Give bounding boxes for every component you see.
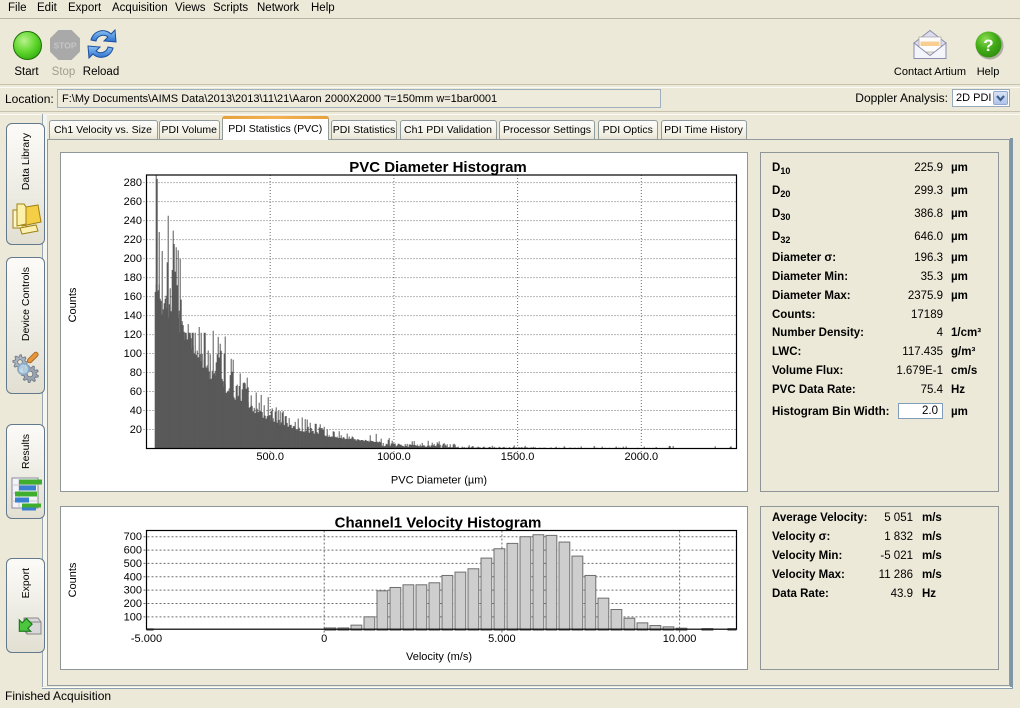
svg-text:120: 120 — [124, 329, 142, 341]
svg-text:1500.0: 1500.0 — [501, 451, 535, 463]
svg-text:0: 0 — [321, 633, 327, 645]
svg-text:PVC Diameter Histogram: PVC Diameter Histogram — [349, 159, 527, 176]
svg-text:140: 140 — [124, 310, 142, 322]
svg-text:80: 80 — [130, 367, 142, 379]
svg-text:160: 160 — [124, 291, 142, 303]
svg-text:200: 200 — [124, 598, 142, 610]
svg-text:1000.0: 1000.0 — [377, 451, 411, 463]
svg-text:400: 400 — [124, 571, 142, 583]
svg-text:40: 40 — [130, 405, 142, 417]
svg-text:60: 60 — [130, 386, 142, 398]
svg-text:Velocity (m/s): Velocity (m/s) — [406, 651, 472, 663]
svg-text:5.000: 5.000 — [488, 633, 516, 645]
svg-text:500.0: 500.0 — [256, 451, 284, 463]
svg-text:100: 100 — [124, 611, 142, 623]
svg-text:500: 500 — [124, 557, 142, 569]
svg-text:PVC Diameter (µm): PVC Diameter (µm) — [391, 475, 487, 487]
svg-text:10.000: 10.000 — [663, 633, 697, 645]
svg-text:180: 180 — [124, 272, 142, 284]
svg-text:240: 240 — [124, 215, 142, 227]
svg-text:?: ? — [983, 36, 993, 55]
svg-text:Counts: Counts — [67, 562, 79, 597]
svg-text:260: 260 — [124, 196, 142, 208]
svg-text:700: 700 — [124, 531, 142, 543]
svg-text:Channel1 Velocity Histogram: Channel1 Velocity Histogram — [335, 514, 542, 531]
svg-text:20: 20 — [130, 424, 142, 436]
svg-text:STOP: STOP — [53, 40, 76, 50]
svg-text:200: 200 — [124, 253, 142, 265]
svg-text:220: 220 — [124, 234, 142, 246]
svg-text:280: 280 — [124, 177, 142, 189]
svg-text:300: 300 — [124, 584, 142, 596]
svg-text:100: 100 — [124, 348, 142, 360]
svg-text:600: 600 — [124, 544, 142, 556]
svg-text:Counts: Counts — [67, 287, 79, 322]
svg-text:2000.0: 2000.0 — [624, 451, 658, 463]
svg-text:-5.000: -5.000 — [131, 633, 162, 645]
